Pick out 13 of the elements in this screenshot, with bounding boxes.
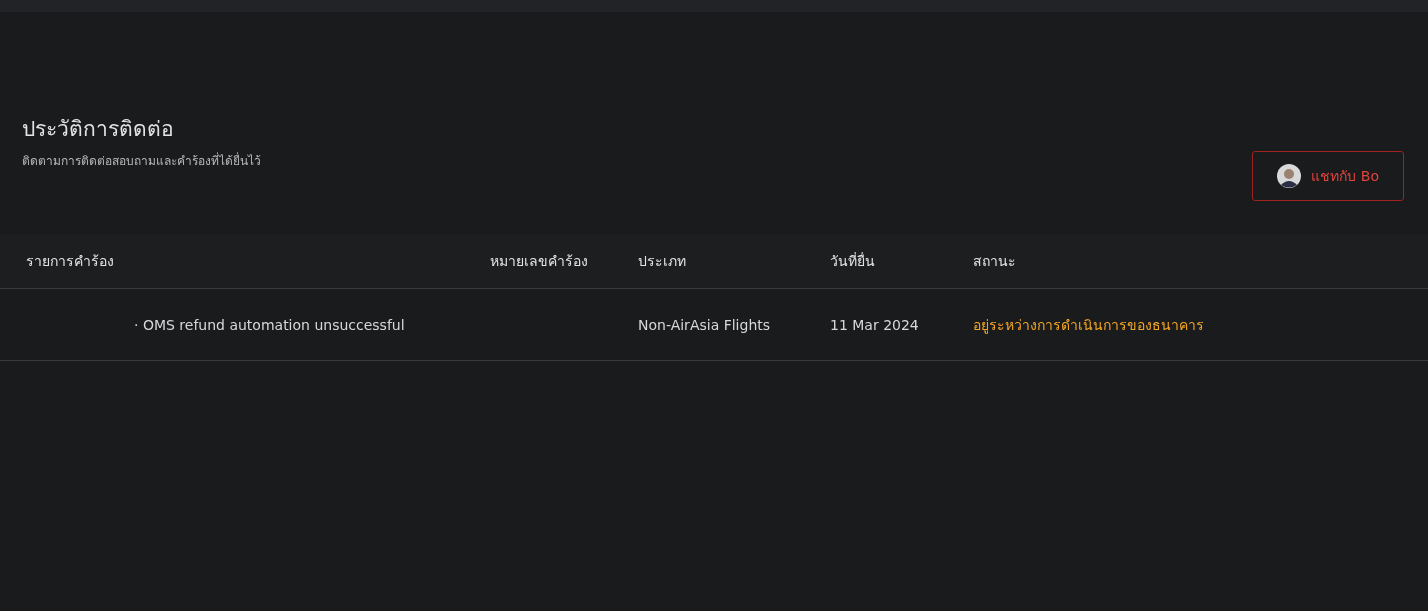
page-title: ประวัติการติดต่อ (22, 116, 175, 143)
table-cell-text: 11 Mar 2024 (830, 316, 920, 333)
table-cell-text: Non-AirAsia Flights (638, 316, 772, 333)
table-cell-text: · OMS refund automation unsuccessful (133, 316, 406, 333)
chat-button[interactable]: แชทกับ Bo (1252, 151, 1404, 201)
page-subtitle: ติดตามการติดต่อสอบถามและคำร้องที่ได้ยื่นไว้ (22, 151, 261, 170)
column-header: ประเภท (638, 252, 687, 271)
column-header: รายการคำร้อง (26, 252, 115, 271)
column-header: วันที่ยื่น (830, 251, 876, 271)
status-text: อยู่ระหว่างการดำเนินการของธนาคาร (973, 315, 1205, 336)
avatar-icon (1277, 164, 1302, 188)
column-header: สถานะ (973, 252, 1017, 271)
column-header: หมายเลขคำร้อง (490, 252, 589, 271)
